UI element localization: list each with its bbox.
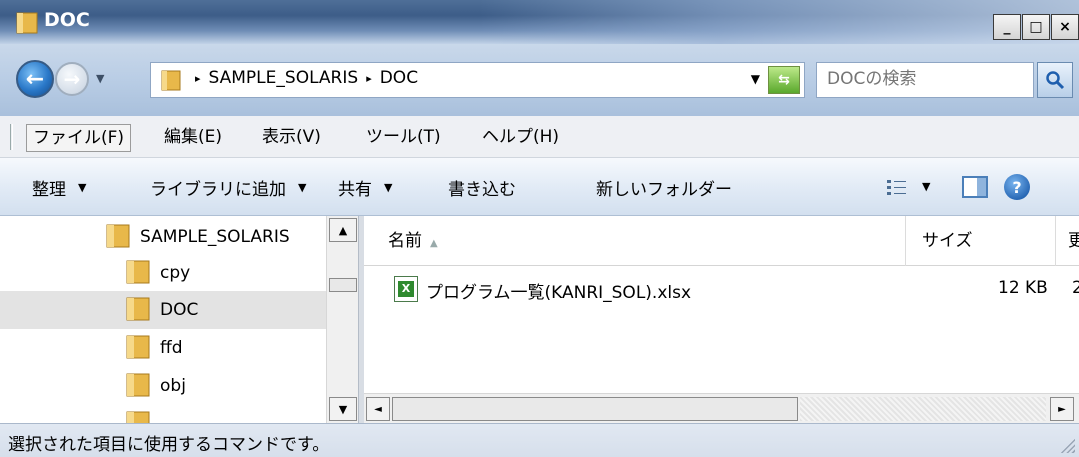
add-to-library-label: ライブラリに追加 bbox=[150, 180, 286, 200]
column-header-name[interactable]: 名前 ▲ bbox=[364, 216, 906, 266]
scroll-up-button[interactable]: ▲ bbox=[329, 218, 357, 242]
search-icon bbox=[1046, 71, 1065, 90]
folder-icon bbox=[126, 371, 150, 402]
scroll-track[interactable] bbox=[800, 397, 1046, 421]
breadcrumb-item-sample-solaris[interactable]: SAMPLE_SOLARIS bbox=[209, 68, 359, 88]
chevron-down-icon: ▼ bbox=[298, 181, 307, 194]
chevron-down-icon: ▼ bbox=[78, 181, 87, 194]
tree-item-label: ffd bbox=[160, 338, 183, 358]
tree-item-label: cpy bbox=[160, 263, 191, 283]
scroll-right-button[interactable]: ► bbox=[1050, 397, 1074, 421]
breadcrumb-separator-icon[interactable]: ▸ bbox=[195, 72, 201, 85]
preview-pane-icon[interactable] bbox=[962, 176, 988, 198]
address-bar-area: ← → ▼ ▸ SAMPLE_SOLARIS ▸ DOC ▼ ⇆ bbox=[0, 44, 1079, 116]
breadcrumb: ▸ SAMPLE_SOLARIS ▸ DOC bbox=[195, 68, 418, 88]
status-bar: 選択された項目に使用するコマンドです。 bbox=[0, 423, 1079, 457]
folder-icon bbox=[161, 69, 181, 96]
folder-icon bbox=[126, 333, 150, 364]
menu-tools[interactable]: ツール(T) bbox=[360, 124, 447, 152]
burn-button[interactable]: 書き込む bbox=[448, 175, 516, 200]
forward-button[interactable]: → bbox=[55, 62, 89, 96]
navigation-pane: SAMPLE_SOLARIS cpy DOC ffd obj bbox=[0, 216, 358, 423]
close-button[interactable]: × bbox=[1051, 14, 1079, 40]
file-name: プログラム一覧(KANRI_SOL).xlsx bbox=[426, 283, 692, 303]
new-folder-label: 新しいフォルダー bbox=[596, 180, 732, 200]
file-size: 12 KB bbox=[998, 278, 1048, 298]
new-folder-button[interactable]: 新しいフォルダー bbox=[596, 175, 732, 200]
refresh-button[interactable]: ⇆ bbox=[768, 66, 800, 94]
tree-item-label: DOC bbox=[160, 300, 199, 320]
file-date: 2 bbox=[1072, 278, 1079, 298]
address-dropdown-icon[interactable]: ▼ bbox=[751, 72, 760, 86]
tree-item-label: SAMPLE_SOLARIS bbox=[140, 227, 290, 247]
status-text: 選択された項目に使用するコマンドです。 bbox=[8, 435, 330, 455]
breadcrumb-separator-icon[interactable]: ▸ bbox=[366, 72, 372, 85]
search-button[interactable] bbox=[1037, 62, 1073, 98]
add-to-library-button[interactable]: ライブラリに追加 ▼ bbox=[150, 175, 306, 200]
file-list-pane: 名前 ▲ サイズ 更 プログラム一覧(KANRI_SOL).xlsx 12 KB … bbox=[364, 216, 1079, 423]
folder-icon bbox=[16, 10, 38, 39]
scroll-thumb[interactable] bbox=[392, 397, 798, 421]
organize-button[interactable]: 整理 ▼ bbox=[32, 175, 86, 200]
tree-item-obj[interactable]: obj bbox=[126, 367, 186, 405]
command-bar: 整理 ▼ ライブラリに追加 ▼ 共有 ▼ 書き込む 新しいフォルダー ▼ ? bbox=[0, 158, 1079, 216]
nav-vertical-scrollbar[interactable]: ▲ ▼ bbox=[326, 216, 358, 423]
tree-item-ffd[interactable]: ffd bbox=[126, 329, 183, 367]
address-box[interactable]: ▸ SAMPLE_SOLARIS ▸ DOC ▼ bbox=[150, 62, 805, 98]
folder-icon bbox=[126, 409, 150, 423]
burn-label: 書き込む bbox=[448, 180, 516, 200]
column-header-label: 更 bbox=[1068, 231, 1079, 251]
tree-item-cpy[interactable]: cpy bbox=[126, 254, 190, 292]
file-horizontal-scrollbar[interactable]: ◄ ► bbox=[364, 393, 1079, 423]
scroll-left-button[interactable]: ◄ bbox=[366, 397, 390, 421]
tree-item-doc[interactable]: DOC bbox=[126, 291, 198, 329]
share-label: 共有 bbox=[338, 180, 372, 200]
menu-help[interactable]: ヘルプ(H) bbox=[476, 124, 565, 152]
column-header-label: サイズ bbox=[922, 231, 973, 251]
minimize-button[interactable]: _ bbox=[993, 14, 1021, 40]
scroll-thumb[interactable] bbox=[329, 278, 357, 292]
maximize-button[interactable]: □ bbox=[1022, 14, 1050, 40]
menu-file[interactable]: ファイル(F) bbox=[26, 124, 132, 152]
view-options-dropdown-icon[interactable]: ▼ bbox=[922, 180, 930, 193]
menu-edit[interactable]: 編集(E) bbox=[158, 124, 228, 152]
column-header-date[interactable]: 更 bbox=[1056, 216, 1079, 266]
window-controls: _ □ × bbox=[992, 14, 1079, 40]
organize-label: 整理 bbox=[32, 180, 66, 200]
title-bar[interactable]: DOC _ □ × bbox=[0, 0, 1079, 44]
menu-view[interactable]: 表示(V) bbox=[256, 124, 327, 152]
chevron-down-icon: ▼ bbox=[384, 181, 393, 194]
resize-grip-icon[interactable] bbox=[1059, 437, 1075, 453]
folder-icon bbox=[126, 295, 150, 326]
column-header-row: 名前 ▲ サイズ 更 bbox=[364, 216, 1079, 266]
search-box[interactable] bbox=[816, 62, 1034, 98]
breadcrumb-item-doc[interactable]: DOC bbox=[380, 68, 418, 88]
menu-bar: ファイル(F) 編集(E) 表示(V) ツール(T) ヘルプ(H) bbox=[0, 116, 1079, 158]
tree-item-sample-solaris[interactable]: SAMPLE_SOLARIS bbox=[106, 218, 290, 256]
help-icon[interactable]: ? bbox=[1004, 174, 1030, 200]
column-header-label: 名前 bbox=[388, 231, 422, 251]
change-view-icon[interactable] bbox=[886, 178, 908, 201]
excel-file-icon bbox=[394, 276, 418, 302]
menu-grip bbox=[10, 124, 13, 150]
folder-icon bbox=[126, 258, 150, 289]
back-button[interactable]: ← bbox=[16, 60, 54, 98]
recent-pages-dropdown-icon[interactable]: ▼ bbox=[96, 72, 104, 85]
file-row[interactable]: プログラム一覧(KANRI_SOL).xlsx 12 KB 2 bbox=[394, 276, 1079, 306]
tree-item-label: obj bbox=[160, 376, 186, 396]
share-button[interactable]: 共有 ▼ bbox=[338, 175, 392, 200]
search-input[interactable] bbox=[817, 63, 1017, 95]
scroll-down-button[interactable]: ▼ bbox=[329, 397, 357, 421]
sort-ascending-icon: ▲ bbox=[430, 238, 438, 249]
window-title: DOC bbox=[44, 9, 90, 31]
folder-icon bbox=[106, 222, 130, 253]
tree-item-partial[interactable] bbox=[126, 405, 160, 423]
column-header-size[interactable]: サイズ bbox=[906, 216, 1056, 266]
